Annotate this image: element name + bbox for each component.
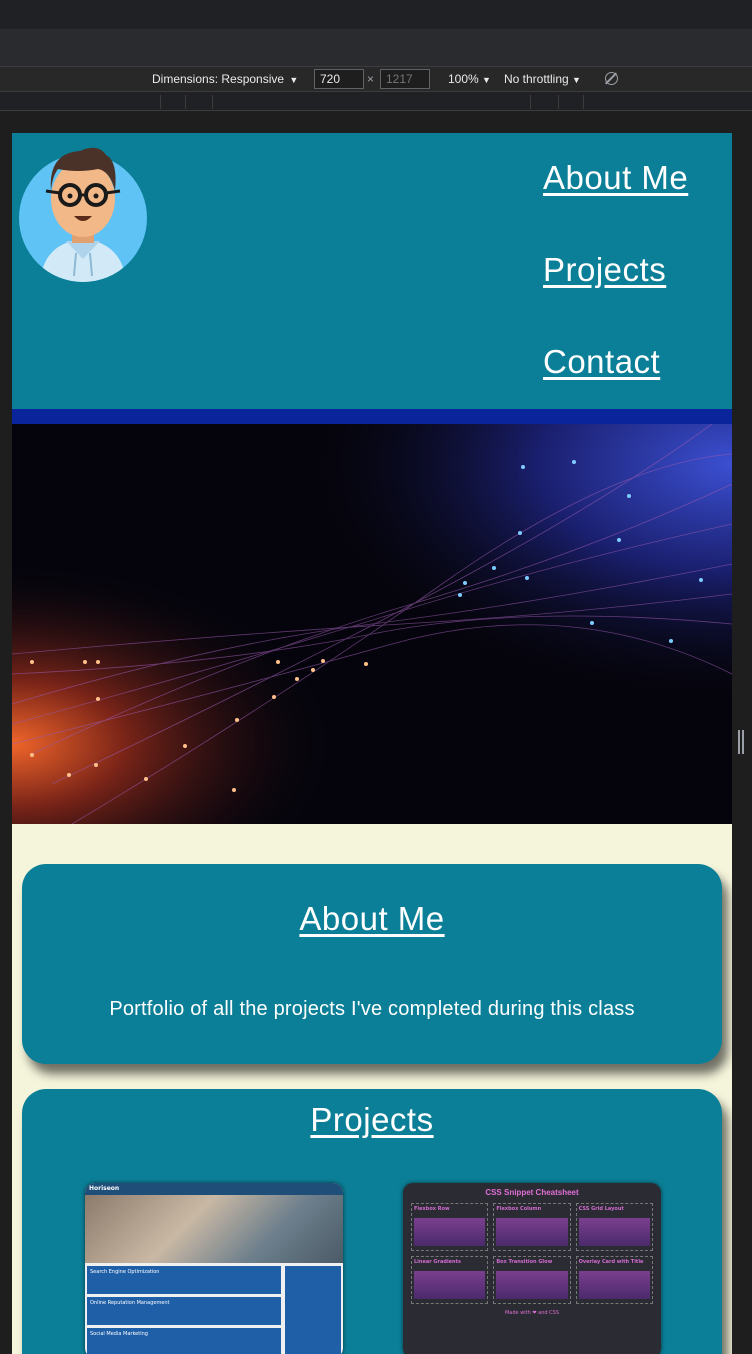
project-footer: Made with ❤ and CSS bbox=[504, 1310, 560, 1316]
nav-link-projects[interactable]: Projects bbox=[543, 251, 688, 343]
throttling-dropdown[interactable]: No throttling ▼ bbox=[504, 72, 581, 86]
nav-link-about-me[interactable]: About Me bbox=[543, 159, 688, 251]
main-nav: About Me Projects Contact bbox=[543, 159, 688, 435]
projects-title: Projects bbox=[310, 1101, 434, 1138]
project-row: Online Reputation Management bbox=[87, 1297, 281, 1325]
chevron-down-icon: ▼ bbox=[482, 75, 491, 85]
dimensions-label: Dimensions: Responsive bbox=[152, 72, 285, 86]
height-input[interactable] bbox=[380, 69, 430, 89]
cheatsheet-cell: CSS Grid Layout bbox=[575, 1203, 653, 1251]
chevron-down-icon: ▼ bbox=[572, 75, 581, 85]
cheatsheet-cell: Flexbox Column bbox=[493, 1203, 571, 1251]
zoom-dropdown[interactable]: 100% ▼ bbox=[448, 72, 491, 86]
hero-image bbox=[12, 424, 732, 824]
project-photo bbox=[85, 1195, 343, 1263]
projects-section: Projects Horiseon Search Engine Optimiza… bbox=[22, 1089, 722, 1354]
main-content: About Me Portfolio of all the projects I… bbox=[12, 824, 732, 1354]
width-input[interactable] bbox=[314, 69, 364, 89]
throttling-label: No throttling bbox=[504, 72, 569, 86]
site-header: About Me Projects Contact bbox=[12, 133, 732, 409]
project-card-css-cheatsheet[interactable]: CSS Snippet Cheatsheet Flexbox Row Flexb… bbox=[403, 1183, 661, 1354]
project-card-horiseon[interactable]: Horiseon Search Engine Optimization Onli… bbox=[85, 1183, 343, 1354]
cheatsheet-cell: Box Transition Glow bbox=[493, 1256, 571, 1304]
times-symbol: × bbox=[367, 72, 375, 86]
project-row: Search Engine Optimization bbox=[87, 1266, 281, 1294]
media-query-ruler bbox=[0, 93, 752, 111]
devtools-header bbox=[0, 30, 752, 66]
about-text: Portfolio of all the projects I've compl… bbox=[109, 998, 635, 1020]
cheatsheet-cell: Overlay Card with Title bbox=[575, 1256, 653, 1304]
rotate-icon[interactable] bbox=[605, 72, 618, 85]
cheatsheet-cell: Flexbox Row bbox=[411, 1203, 489, 1251]
project-sidebar bbox=[285, 1266, 341, 1354]
header-stripe bbox=[12, 409, 732, 424]
about-section: About Me Portfolio of all the projects I… bbox=[22, 864, 722, 1064]
chevron-down-icon: ▼ bbox=[289, 75, 299, 85]
resize-handle[interactable] bbox=[738, 730, 744, 754]
avatar bbox=[19, 147, 147, 282]
dimensions-dropdown[interactable]: Dimensions: Responsive ▼ bbox=[152, 72, 298, 86]
zoom-label: 100% bbox=[448, 72, 479, 86]
cheatsheet-cell: Linear Gradients bbox=[411, 1256, 489, 1304]
project-title: CSS Snippet Cheatsheet bbox=[485, 1188, 579, 1197]
about-title: About Me bbox=[299, 900, 445, 937]
device-toolbar: Dimensions: Responsive ▼ × 100% ▼ No thr… bbox=[0, 66, 752, 92]
page-viewport: About Me Projects Contact About Me Portf… bbox=[12, 133, 732, 1354]
browser-top-bar bbox=[0, 0, 752, 30]
project-row: Social Media Marketing bbox=[87, 1328, 281, 1354]
project-brand: Horiseon bbox=[85, 1183, 343, 1195]
